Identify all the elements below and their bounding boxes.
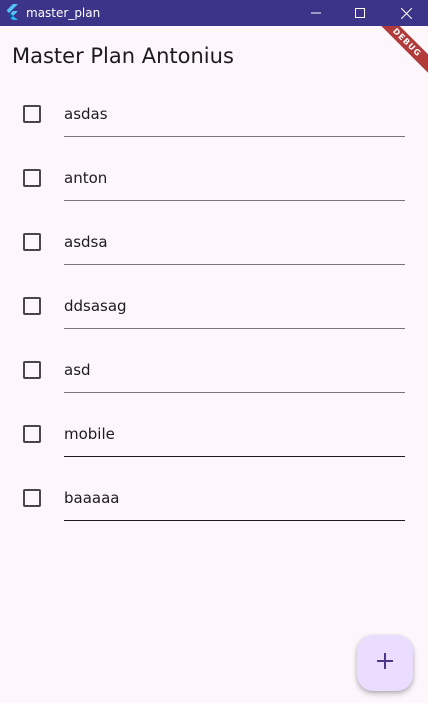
task-row: asd xyxy=(0,338,428,402)
task-row: baaaaa xyxy=(0,466,428,530)
task-row: mobile xyxy=(0,402,428,466)
task-description: asdsa xyxy=(64,233,108,251)
minimize-button[interactable] xyxy=(293,0,339,26)
maximize-button[interactable] xyxy=(337,0,383,26)
task-row: asdas xyxy=(0,82,428,146)
task-text-field[interactable]: anton xyxy=(64,158,405,201)
task-text-field[interactable]: asdas xyxy=(64,94,405,137)
close-icon xyxy=(400,7,412,19)
task-description: ddsasag xyxy=(64,297,127,315)
window-titlebar[interactable]: master_plan xyxy=(0,0,428,26)
task-description: asd xyxy=(64,361,91,379)
task-checkbox[interactable] xyxy=(23,361,41,379)
task-row: anton xyxy=(0,146,428,210)
window-title: master_plan xyxy=(26,6,101,20)
debug-banner: DEBUG xyxy=(372,26,428,82)
flutter-logo-icon xyxy=(5,4,19,20)
task-text-field[interactable]: asd xyxy=(64,350,405,393)
debug-ribbon-label: DEBUG xyxy=(372,26,428,78)
task-checkbox[interactable] xyxy=(23,169,41,187)
task-checkbox[interactable] xyxy=(23,297,41,315)
task-list: asdas anton asdsa ddsasag asd mobile baa… xyxy=(0,82,428,530)
task-checkbox[interactable] xyxy=(23,105,41,123)
minimize-icon xyxy=(311,8,321,18)
task-description: anton xyxy=(64,169,108,187)
task-row: ddsasag xyxy=(0,274,428,338)
task-checkbox[interactable] xyxy=(23,425,41,443)
task-text-field[interactable]: baaaaa xyxy=(64,478,405,521)
app-window: master_plan DEBUG Master Plan Antonius a… xyxy=(0,0,428,703)
task-description: baaaaa xyxy=(64,489,120,507)
task-row: asdsa xyxy=(0,210,428,274)
page-title: Master Plan Antonius xyxy=(12,44,234,68)
task-text-field[interactable]: ddsasag xyxy=(64,286,405,329)
maximize-icon xyxy=(355,8,365,18)
task-checkbox[interactable] xyxy=(23,489,41,507)
task-checkbox[interactable] xyxy=(23,233,41,251)
task-text-field[interactable]: asdsa xyxy=(64,222,405,265)
task-description: asdas xyxy=(64,105,108,123)
plus-icon xyxy=(376,652,394,674)
task-text-field[interactable]: mobile xyxy=(64,414,405,457)
task-description: mobile xyxy=(64,425,115,443)
close-button[interactable] xyxy=(383,0,428,26)
add-task-button[interactable] xyxy=(357,635,413,691)
